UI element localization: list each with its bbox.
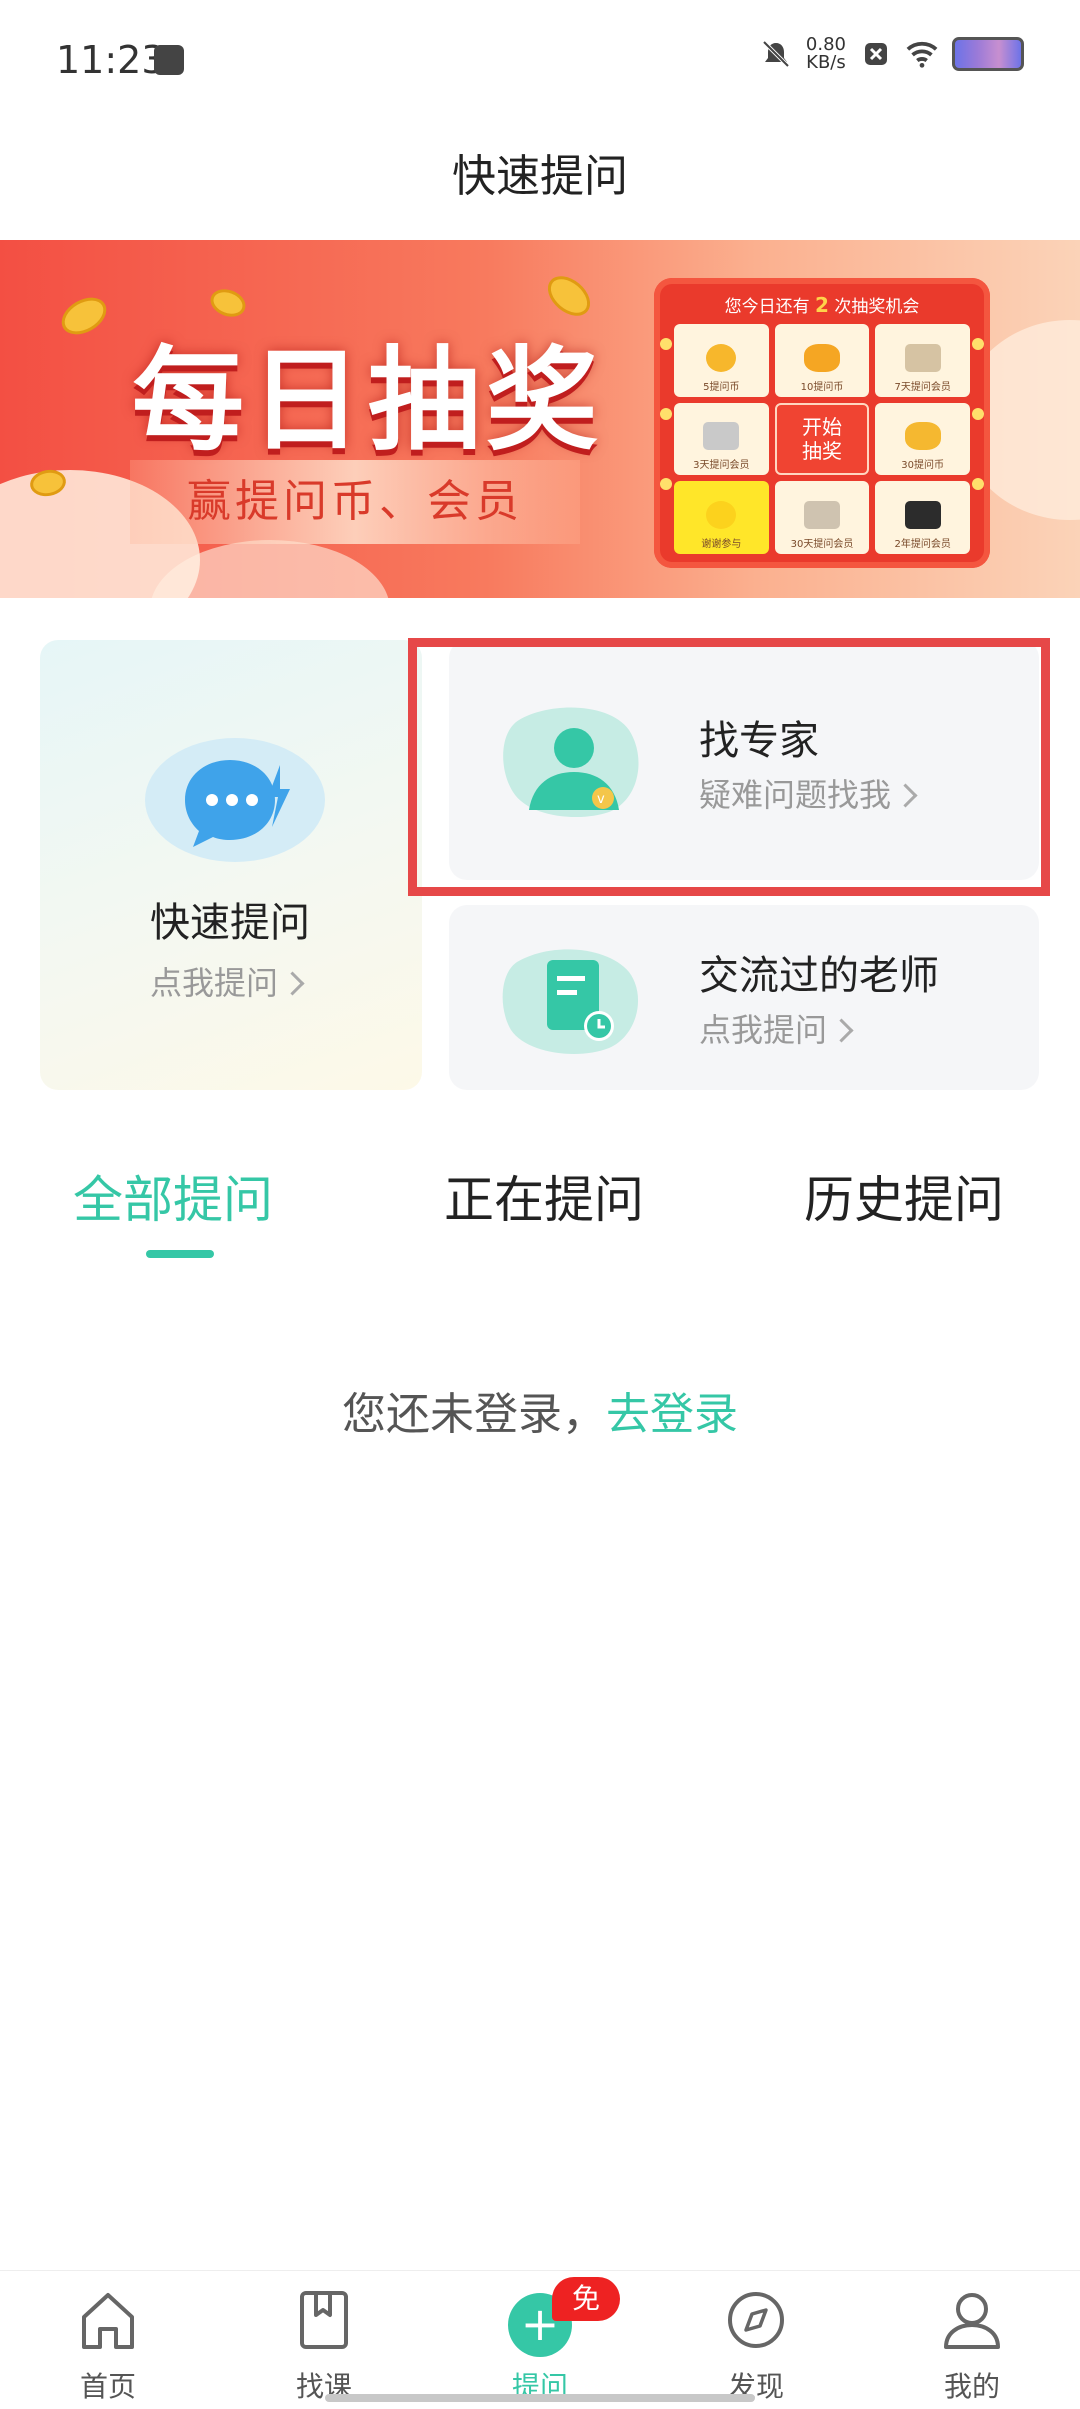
contacted-teachers-sub: 点我提问 xyxy=(699,1005,854,1051)
light-dot xyxy=(660,408,672,420)
nav-home[interactable]: 首页 xyxy=(28,2271,188,2409)
page-title: 快速提问 xyxy=(452,151,628,202)
prize-cell: 谢谢参与 xyxy=(674,481,769,554)
start-draw-label: 开始抽奖 xyxy=(801,414,842,463)
prize-cell: 2年提问会员 xyxy=(875,481,970,554)
contacted-teachers-sub-text: 点我提问 xyxy=(699,1011,828,1049)
prize-label: 3天提问会员 xyxy=(693,460,750,472)
document-clock-icon xyxy=(502,949,639,1054)
quick-question-sub-text: 点我提问 xyxy=(150,964,279,1002)
quick-question-sub: 点我提问 xyxy=(150,958,305,1004)
lottery-head-prefix: 您今日还有 xyxy=(724,297,810,317)
tab-history-questions[interactable]: 历史提问 xyxy=(804,1160,1004,1232)
prize-label: 谢谢参与 xyxy=(701,538,742,550)
vip-card-icon xyxy=(703,422,740,451)
light-dot xyxy=(972,478,984,490)
chevron-right-icon xyxy=(829,1018,854,1043)
nav-ask[interactable]: + 免费 提问 xyxy=(460,2271,620,2409)
start-draw-button[interactable]: 开始抽奖 xyxy=(774,402,870,476)
question-tabs: 全部提问 正在提问 历史提问 xyxy=(0,1160,1080,1250)
highlight-box xyxy=(408,638,1050,896)
prize-label: 2年提问会员 xyxy=(894,538,951,550)
chat-bubble-icon xyxy=(145,738,325,862)
bag-icon xyxy=(154,45,184,75)
lottery-board[interactable]: 您今日还有 2 次抽奖机会 5提问币 10提问币 7天提问会员 3天提问会员 开… xyxy=(654,278,990,568)
mute-bell-icon xyxy=(762,40,790,68)
contacted-teachers-card[interactable]: 交流过的老师 点我提问 xyxy=(449,905,1039,1090)
coin-decoration xyxy=(55,290,113,342)
prize-label: 10提问币 xyxy=(800,381,844,393)
prize-label: 7天提问会员 xyxy=(894,381,951,393)
prize-cell: 5提问币 xyxy=(674,324,769,397)
wifi-icon xyxy=(906,41,938,68)
free-badge: 免费 xyxy=(552,2277,620,2359)
tab-all-questions[interactable]: 全部提问 xyxy=(73,1160,273,1232)
lottery-head-suffix: 次抽奖机会 xyxy=(834,297,920,317)
vip-card-icon xyxy=(803,500,840,529)
lottery-count: 2 xyxy=(815,293,829,317)
prize-cell: 30提问币 xyxy=(875,402,970,476)
login-prompt: 您还未登录，去登录 xyxy=(0,1378,1080,1442)
prize-cell: 30天提问会员 xyxy=(774,481,870,554)
coin-pile-icon xyxy=(904,422,941,451)
user-icon xyxy=(944,2293,1000,2349)
tab-ongoing-questions[interactable]: 正在提问 xyxy=(444,1160,644,1232)
net-speed-unit: KB/s xyxy=(806,52,846,73)
light-dot xyxy=(660,338,672,350)
coin-icon xyxy=(706,343,737,372)
light-dot xyxy=(972,338,984,350)
lottery-grid: 5提问币 10提问币 7天提问会员 3天提问会员 开始抽奖 30提问币 谢谢参与… xyxy=(674,324,970,554)
prize-label: 5提问币 xyxy=(703,381,740,393)
close-box-icon xyxy=(865,43,887,65)
lottery-header: 您今日还有 2 次抽奖机会 xyxy=(654,292,990,317)
bottom-nav: 首页 找课 + 免费 提问 发现 我的 xyxy=(0,2270,1080,2409)
light-dot xyxy=(972,408,984,420)
coin-stack-icon xyxy=(803,343,840,372)
prize-cell: 7天提问会员 xyxy=(875,324,970,397)
nav-home-label: 首页 xyxy=(79,2370,136,2403)
prize-label: 30提问币 xyxy=(901,460,945,472)
quick-question-title: 快速提问 xyxy=(150,900,310,946)
home-icon xyxy=(82,2293,134,2349)
status-time: 11:23 xyxy=(56,38,166,82)
prize-cell: 10提问币 xyxy=(774,324,870,397)
nav-mine[interactable]: 我的 xyxy=(892,2271,1052,2409)
status-icons: 0.80 KB/s xyxy=(760,36,1024,72)
login-link[interactable]: 去登录 xyxy=(606,1389,738,1440)
banner-subtitle: 赢提问币、会员 xyxy=(130,460,580,544)
compass-icon xyxy=(728,2292,784,2348)
home-indicator[interactable] xyxy=(325,2394,755,2402)
status-bar: 11:23 0.80 KB/s xyxy=(0,0,1080,125)
smile-icon xyxy=(706,500,737,529)
chevron-right-icon xyxy=(280,971,305,996)
net-speed: 0.80 KB/s xyxy=(806,36,846,72)
light-dot xyxy=(660,478,672,490)
login-prompt-text: 您还未登录， xyxy=(342,1389,606,1440)
nav-mine-label: 我的 xyxy=(943,2370,1000,2403)
vip-card-icon xyxy=(904,500,941,529)
prize-label: 30天提问会员 xyxy=(790,538,854,550)
active-tab-indicator xyxy=(146,1250,214,1258)
prize-cell: 3天提问会员 xyxy=(674,402,769,476)
book-icon xyxy=(300,2291,348,2349)
battery-icon xyxy=(952,37,1024,71)
vip-card-icon xyxy=(904,343,941,372)
nav-discover[interactable]: 发现 xyxy=(676,2271,836,2409)
nav-courses[interactable]: 找课 xyxy=(244,2271,404,2409)
banner-title: 每日抽奖 xyxy=(132,335,604,466)
quick-question-card[interactable]: 快速提问 点我提问 xyxy=(40,640,422,1090)
contacted-teachers-title: 交流过的老师 xyxy=(699,953,939,999)
